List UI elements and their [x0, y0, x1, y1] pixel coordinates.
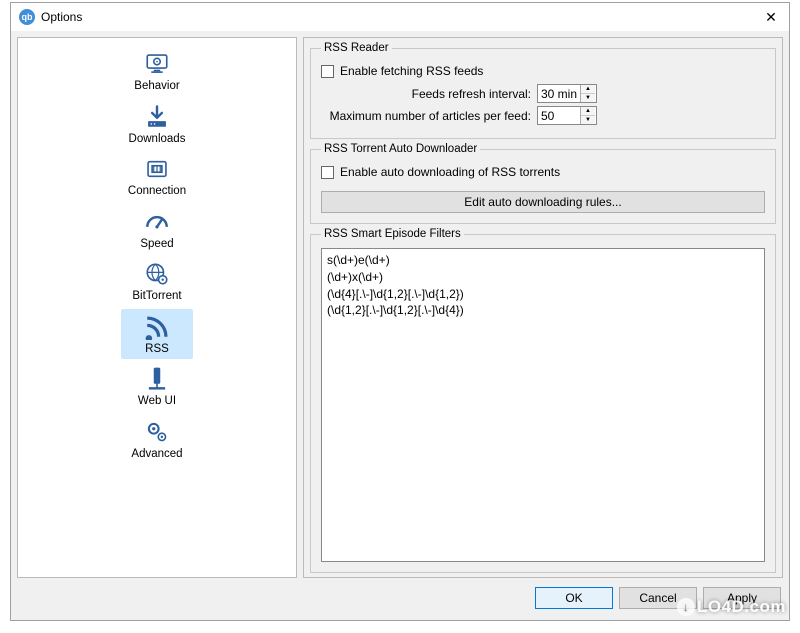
sidebar-item-label: Downloads: [129, 134, 186, 146]
rss-auto-downloader-group: RSS Torrent Auto Downloader Enable auto …: [310, 143, 776, 224]
sidebar-item-behavior[interactable]: Behavior: [121, 46, 193, 97]
monitor-gear-icon: [142, 50, 172, 78]
gauge-icon: [142, 208, 172, 236]
sidebar-item-label: RSS: [145, 344, 169, 356]
globe-gear-icon: [142, 260, 172, 288]
sidebar-item-label: Connection: [128, 186, 186, 198]
sidebar-item-rss[interactable]: RSS: [121, 309, 193, 360]
ethernet-icon: [142, 155, 172, 183]
enable-rss-label: Enable fetching RSS feeds: [340, 64, 483, 78]
titlebar: qb Options ✕: [11, 3, 789, 31]
rss-reader-group: RSS Reader Enable fetching RSS feeds Fee…: [310, 42, 776, 139]
chevron-up-icon[interactable]: ▲: [581, 85, 595, 94]
sidebar-item-label: Behavior: [134, 81, 179, 93]
enable-auto-download-label: Enable auto downloading of RSS torrents: [340, 165, 560, 179]
sidebar-item-webui[interactable]: Web UI: [121, 361, 193, 412]
sidebar-item-label: Speed: [140, 239, 173, 251]
chevron-down-icon[interactable]: ▼: [581, 116, 595, 124]
enable-auto-download-checkbox[interactable]: [321, 166, 334, 179]
group-title: RSS Reader: [321, 42, 392, 54]
chevron-down-icon[interactable]: ▼: [581, 94, 595, 102]
sidebar-item-label: Advanced: [131, 449, 182, 461]
spin-buttons[interactable]: ▲▼: [580, 107, 595, 124]
spin-buttons[interactable]: ▲▼: [580, 85, 595, 102]
apply-button[interactable]: Apply: [703, 587, 781, 609]
category-sidebar: Behavior Downloads Connection: [17, 37, 297, 578]
max-articles-spinbox[interactable]: ▲▼: [537, 106, 597, 125]
rss-filters-group: RSS Smart Episode Filters: [310, 228, 776, 573]
edit-rules-button[interactable]: Edit auto downloading rules...: [321, 191, 765, 213]
refresh-interval-label: Feeds refresh interval:: [321, 87, 531, 101]
sidebar-item-advanced[interactable]: Advanced: [121, 414, 193, 465]
sidebar-item-bittorrent[interactable]: BitTorrent: [121, 256, 193, 307]
group-title: RSS Torrent Auto Downloader: [321, 143, 480, 155]
server-icon: [142, 365, 172, 393]
sidebar-item-speed[interactable]: Speed: [121, 204, 193, 255]
refresh-interval-input[interactable]: [538, 85, 580, 102]
sidebar-item-downloads[interactable]: Downloads: [121, 99, 193, 150]
max-articles-label: Maximum number of articles per feed:: [321, 109, 531, 123]
app-icon: qb: [19, 9, 35, 25]
close-icon[interactable]: ✕: [753, 3, 789, 31]
settings-panel: RSS Reader Enable fetching RSS feeds Fee…: [303, 37, 783, 578]
rss-icon: [142, 313, 172, 341]
download-icon: [142, 103, 172, 131]
sidebar-item-label: BitTorrent: [132, 291, 181, 303]
cancel-button[interactable]: Cancel: [619, 587, 697, 609]
dialog-buttons: OK Cancel Apply: [17, 578, 783, 614]
enable-rss-checkbox[interactable]: [321, 65, 334, 78]
refresh-interval-spinbox[interactable]: ▲▼: [537, 84, 597, 103]
episode-filters-textarea[interactable]: [321, 248, 765, 562]
dialog-body: Behavior Downloads Connection: [11, 31, 789, 620]
sidebar-item-connection[interactable]: Connection: [121, 151, 193, 202]
options-dialog: qb Options ✕ Behavior Downloads: [10, 2, 790, 621]
group-title: RSS Smart Episode Filters: [321, 228, 464, 240]
ok-button[interactable]: OK: [535, 587, 613, 609]
sidebar-item-label: Web UI: [138, 396, 176, 408]
max-articles-input[interactable]: [538, 107, 580, 124]
window-title: Options: [41, 10, 82, 24]
chevron-up-icon[interactable]: ▲: [581, 107, 595, 116]
gears-icon: [142, 418, 172, 446]
